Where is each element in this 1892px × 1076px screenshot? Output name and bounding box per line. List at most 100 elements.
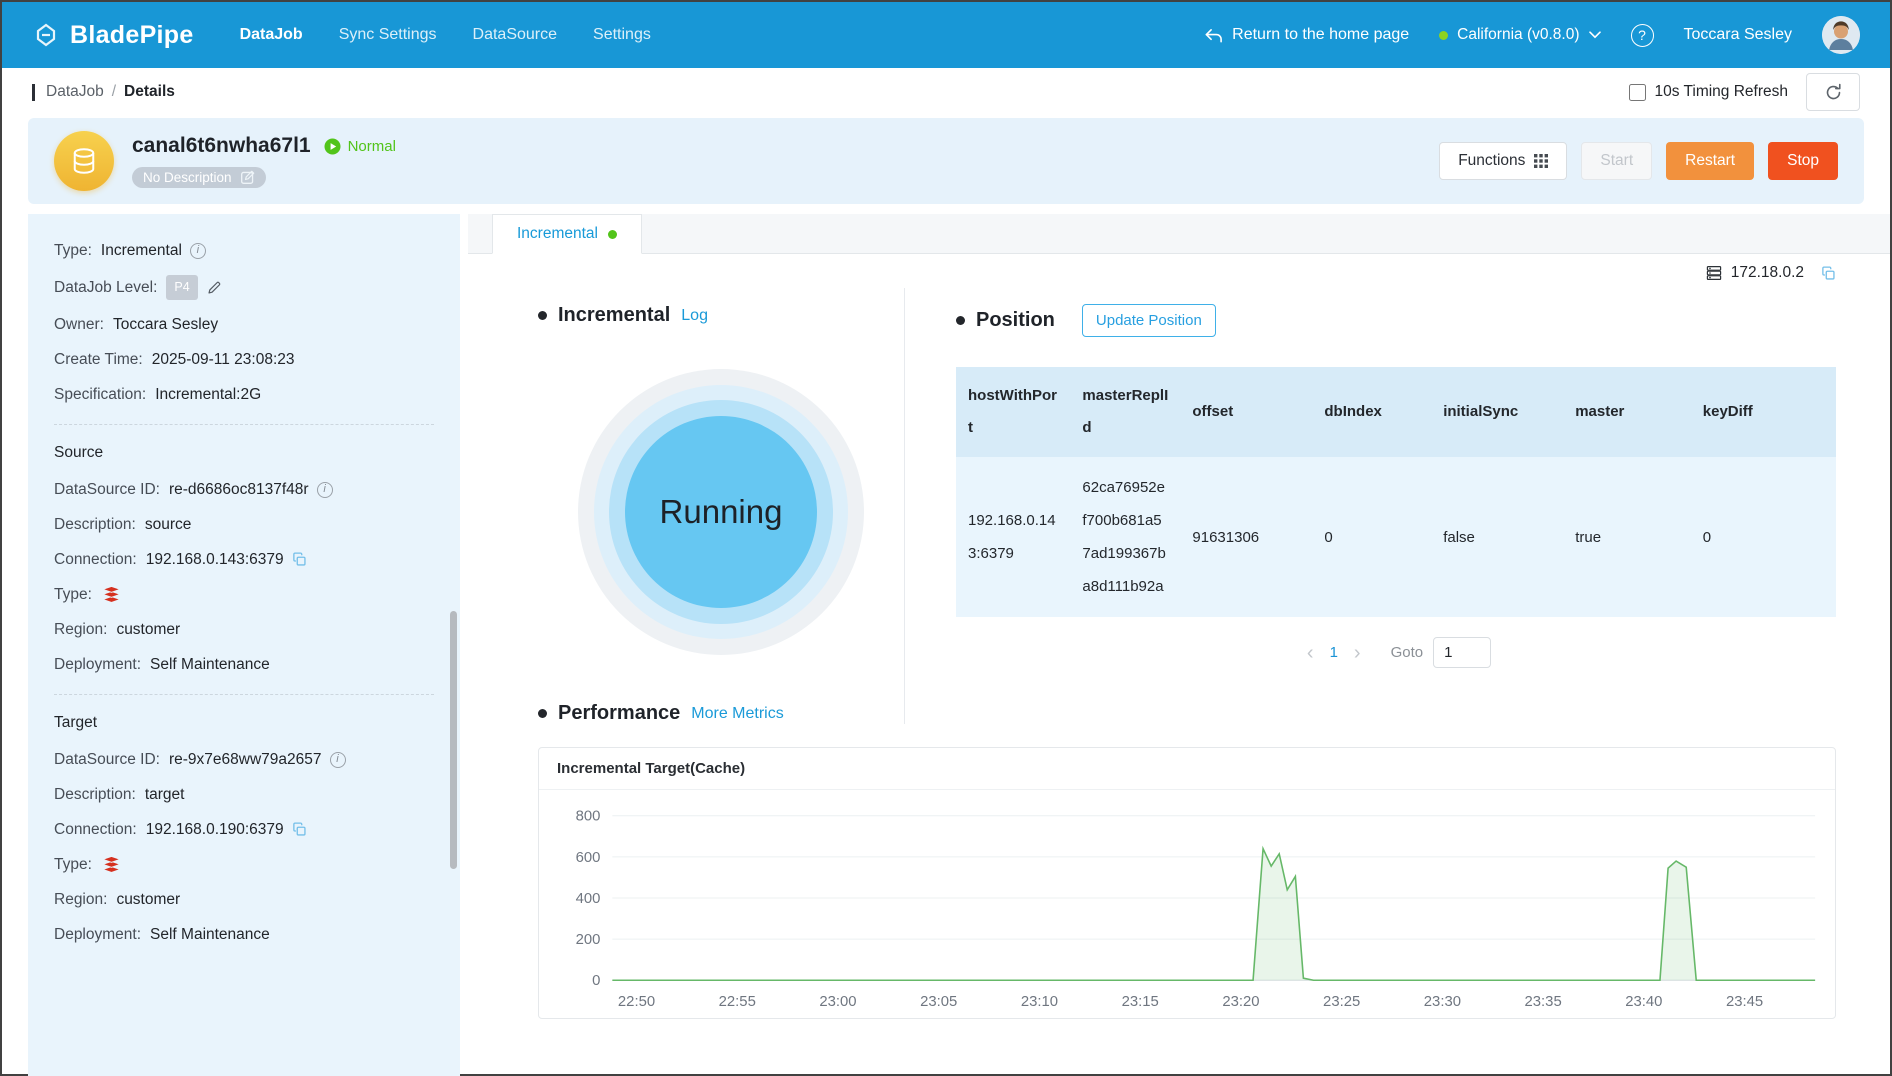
cell-master: true (1563, 457, 1691, 617)
prev-page-button[interactable]: ‹ (1301, 643, 1320, 663)
source-conn-value: 192.168.0.143:6379 (145, 551, 284, 568)
goto-page-input[interactable] (1433, 637, 1492, 668)
field-source-description: Description: source (54, 514, 434, 535)
breadcrumb: DataJob / Details (32, 83, 175, 101)
tab-incremental[interactable]: Incremental (492, 214, 642, 254)
field-target-deployment: Deployment: Self Maintenance (54, 924, 434, 945)
refresh-icon (1826, 83, 1841, 99)
breadcrumb-parent[interactable]: DataJob (46, 83, 104, 101)
field-target-ds-id: DataSource ID: re-9x7e68ww79a2657 i (54, 749, 434, 770)
nav-item-settings[interactable]: Settings (593, 26, 651, 44)
edit-level-icon[interactable] (207, 280, 222, 295)
svg-text:23:05: 23:05 (920, 994, 957, 1010)
divider (54, 424, 434, 425)
next-page-button[interactable]: › (1348, 643, 1367, 663)
navbar-right: Return to the home page California (v0.8… (1204, 16, 1860, 54)
spec-label: Specification: (54, 386, 147, 403)
copy-icon[interactable] (292, 822, 307, 837)
more-metrics-link[interactable]: More Metrics (691, 705, 783, 723)
host-ip: 172.18.0.2 (1730, 264, 1804, 281)
return-icon (1205, 28, 1223, 42)
svg-text:400: 400 (576, 891, 601, 907)
job-status-badge: Normal (324, 138, 396, 155)
region-label: California (v0.8.0) (1457, 26, 1580, 43)
redis-icon (101, 585, 122, 603)
field-level: DataJob Level: P4 (54, 275, 434, 300)
svg-text:600: 600 (576, 850, 601, 866)
copy-icon[interactable] (292, 552, 307, 567)
datasource-type-icon (54, 131, 114, 191)
main-panel: Incremental 172.18.0.2 Incremental Log R… (468, 214, 1890, 1076)
info-icon[interactable]: i (329, 751, 346, 768)
performance-chart: 0 200 400 600 800 22:50 22:55 23:00 23:05 23:10 23… (576, 809, 1816, 1010)
cell-dbindex: 0 (1312, 457, 1432, 617)
owner-value: Toccara Sesley (112, 316, 219, 333)
svg-text:22:50: 22:50 (618, 994, 655, 1010)
restart-button[interactable]: Restart (1666, 142, 1755, 180)
functions-button[interactable]: Functions (1439, 142, 1568, 180)
top-navbar: BladePipe DataJob Sync Settings DataSour… (2, 2, 1890, 68)
region-selector[interactable]: California (v0.8.0) (1439, 26, 1601, 44)
username[interactable]: Toccara Sesley (1684, 26, 1793, 44)
section-divider (904, 288, 905, 724)
svg-text:22:55: 22:55 (719, 994, 756, 1010)
main-nav: DataJob Sync Settings DataSource Setting… (240, 26, 651, 44)
start-button[interactable]: Start (1581, 142, 1653, 180)
breadcrumb-accent-bar (32, 83, 35, 101)
breadcrumb-row: DataJob / Details 10s Timing Refresh (2, 68, 1890, 116)
source-type-label: Type: (54, 586, 92, 603)
database-icon (73, 148, 95, 174)
col-offset: offset (1180, 367, 1313, 457)
section-bullet (538, 709, 547, 718)
tab-status-dot (607, 229, 617, 239)
chevron-down-icon (1588, 31, 1601, 39)
job-header-card: canal6t6nwha67l1 Normal No Description F… (28, 118, 1864, 204)
stop-label: Stop (1787, 152, 1819, 169)
copy-icon[interactable] (1821, 265, 1836, 281)
owner-label: Owner: (54, 316, 104, 333)
timing-refresh-checkbox[interactable] (1629, 83, 1647, 101)
svg-text:23:40: 23:40 (1625, 994, 1662, 1010)
content-area: Type: Incremental i DataJob Level: P4 Ow… (2, 214, 1890, 1076)
position-title: Position (976, 309, 1055, 331)
avatar[interactable] (1822, 16, 1860, 54)
log-link[interactable]: Log (681, 307, 708, 325)
refresh-button[interactable] (1806, 73, 1860, 111)
info-icon[interactable]: i (189, 242, 206, 259)
page-number[interactable]: 1 (1330, 644, 1338, 661)
main-body: 172.18.0.2 Incremental Log Running Posit… (468, 254, 1890, 1076)
source-desc-value: source (144, 516, 192, 533)
status-sections: Incremental Log Running Position Update … (538, 288, 1836, 724)
panel-scrollbar-thumb[interactable] (450, 610, 457, 870)
position-section: Position Update Position hostWithPort ma… (904, 304, 1836, 668)
info-icon[interactable]: i (316, 481, 333, 498)
job-title: canal6t6nwha67l1 (132, 134, 311, 157)
col-keydiff: keyDiff (1690, 367, 1836, 457)
source-conn-label: Connection: (54, 551, 137, 568)
restart-label: Restart (1685, 152, 1736, 169)
brand[interactable]: BladePipe (32, 21, 194, 50)
update-position-button[interactable]: Update Position (1081, 304, 1216, 337)
chart-title: Incremental Target(Cache) (539, 748, 1835, 790)
help-icon[interactable]: ? (1630, 23, 1654, 47)
nav-item-datasource[interactable]: DataSource (473, 26, 558, 44)
cell-offset: 91631306 (1180, 457, 1313, 617)
field-type: Type: Incremental i (54, 240, 434, 261)
field-target-connection: Connection: 192.168.0.190:6379 (54, 819, 434, 840)
section-bullet (538, 311, 547, 320)
nav-item-datajob[interactable]: DataJob (240, 26, 303, 44)
goto-label: Goto (1390, 644, 1424, 661)
stop-button[interactable]: Stop (1768, 142, 1838, 180)
description-tag[interactable]: No Description (132, 167, 266, 188)
nav-item-sync-settings[interactable]: Sync Settings (339, 26, 437, 44)
job-identity: canal6t6nwha67l1 Normal No Description (54, 131, 396, 191)
job-status-label: Normal (347, 137, 396, 155)
brand-logo-icon (36, 23, 56, 47)
source-ds-label: DataSource ID: (54, 481, 160, 498)
svg-text:23:45: 23:45 (1726, 994, 1763, 1010)
create-time-label: Create Time: (54, 351, 143, 368)
edit-description-icon[interactable] (240, 170, 255, 185)
breadcrumb-separator: / (111, 83, 117, 100)
return-home-link[interactable]: Return to the home page (1204, 26, 1409, 45)
field-source-ds-id: DataSource ID: re-d6686oc8137f48r i (54, 479, 434, 500)
